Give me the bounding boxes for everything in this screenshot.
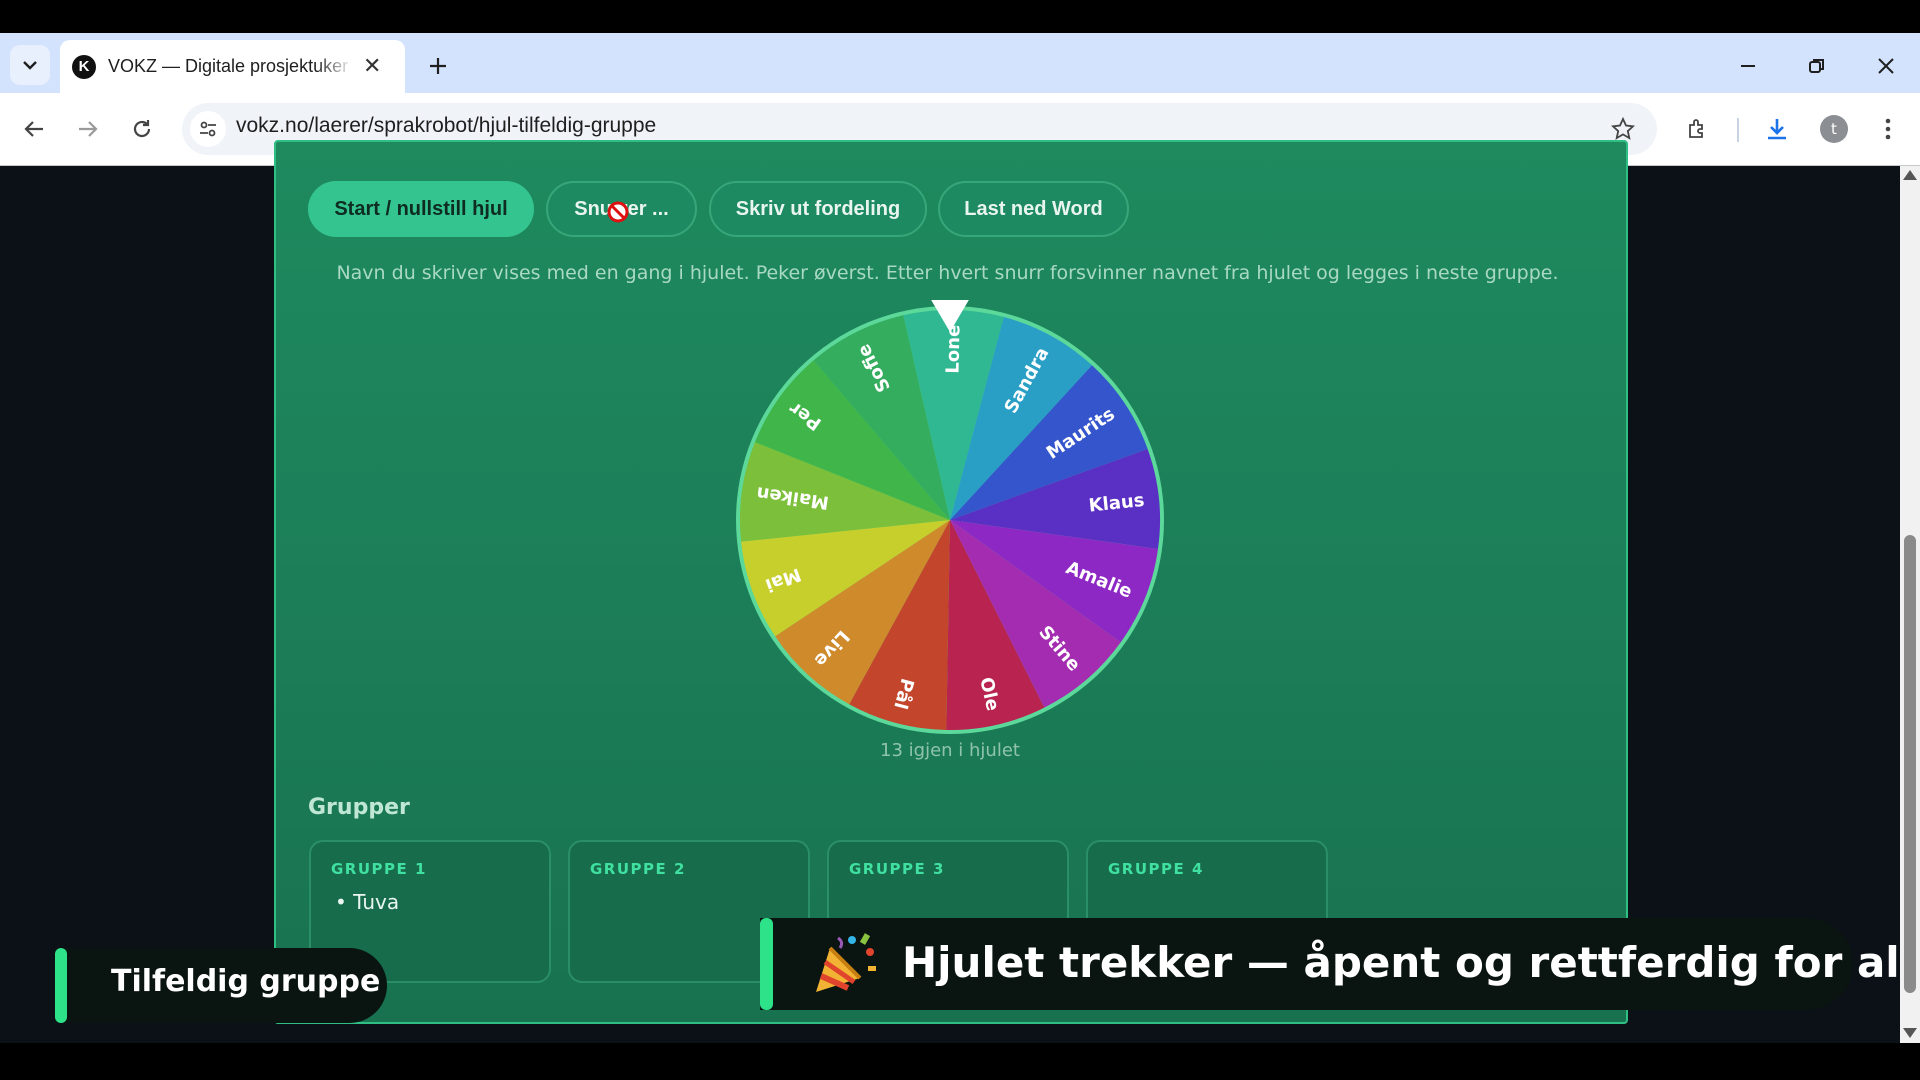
toolbar-divider [1737, 118, 1739, 142]
tab-title: VOKZ — Digitale prosjektuker og [108, 56, 353, 76]
group-member: • Tuva [335, 890, 400, 914]
caption-left-text: Tilfeldig gruppe [111, 964, 381, 999]
close-window-button[interactable] [1868, 48, 1904, 84]
reload-button[interactable] [124, 111, 160, 147]
site-info-icon [200, 121, 216, 137]
caption-accent [760, 918, 773, 1010]
not-allowed-cursor-icon [606, 200, 630, 228]
group-name: GRUPPE 3 [849, 860, 945, 878]
profile-initial: t [1831, 120, 1837, 138]
group-member-name: Tuva [353, 890, 400, 914]
party-popper-icon [816, 933, 876, 992]
close-icon [1878, 58, 1894, 74]
menu-icon [1885, 118, 1891, 140]
groups-heading: Grupper [308, 795, 410, 820]
remaining-count: 13 igjen i hjulet [880, 740, 1020, 761]
name-wheel[interactable]: Lone SandraMauritsKlausAmalieStineOlePålL… [730, 300, 1170, 740]
download-icon [1768, 119, 1786, 140]
active-tab[interactable]: K VOKZ — Digitale prosjektuker og ✕ [60, 40, 405, 93]
reload-icon [133, 120, 151, 138]
caption-accent [55, 948, 67, 1023]
site-favicon: K [72, 54, 96, 79]
forward-button[interactable] [70, 111, 106, 147]
minimize-icon [1741, 65, 1755, 67]
scrollbar-thumb[interactable] [1904, 535, 1916, 993]
back-button[interactable] [16, 111, 52, 147]
scroll-up-arrow[interactable] [1903, 170, 1917, 180]
wheel-segment-label: Lone [943, 325, 965, 374]
restore-button[interactable] [1799, 48, 1835, 84]
download-word-button[interactable]: Last ned Word [938, 181, 1129, 237]
back-icon [24, 121, 43, 137]
extensions-button[interactable] [1680, 111, 1716, 147]
print-distribution-button[interactable]: Skriv ut fordeling [709, 181, 927, 237]
extensions-icon [1689, 119, 1703, 138]
tab-close-icon[interactable]: ✕ [363, 54, 381, 79]
group-name: GRUPPE 1 [331, 860, 427, 878]
caption-right-text: Hjulet trekker — åpent og rettferdig for… [902, 938, 1920, 987]
group-name: GRUPPE 2 [590, 860, 686, 878]
profile-avatar[interactable]: t [1820, 115, 1848, 143]
wheel-instructions: Navn du skriver vises med en gang i hjul… [336, 262, 1559, 284]
caption-left: Tilfeldig gruppe [55, 948, 387, 1023]
start-reset-button[interactable]: Start / nullstill hjul [308, 181, 534, 237]
forward-icon [79, 121, 98, 137]
restore-icon [1809, 59, 1824, 73]
site-info-button[interactable] [190, 111, 226, 147]
browser-menu-button[interactable] [1870, 111, 1906, 147]
plus-icon [430, 58, 446, 74]
new-tab-button[interactable] [420, 48, 456, 84]
chevron-down-icon [23, 61, 37, 70]
tab-search-button[interactable] [10, 45, 50, 85]
scroll-down-arrow[interactable] [1903, 1028, 1917, 1038]
minimize-button[interactable] [1730, 48, 1766, 84]
downloads-button[interactable] [1759, 111, 1795, 147]
group-name: GRUPPE 4 [1108, 860, 1204, 878]
caption-right: Hjulet trekker — åpent og rettferdig for… [760, 918, 1920, 1010]
url-text[interactable]: vokz.no/laerer/sprakrobot/hjul-tilfeldig… [236, 114, 656, 138]
star-icon [1611, 117, 1635, 140]
